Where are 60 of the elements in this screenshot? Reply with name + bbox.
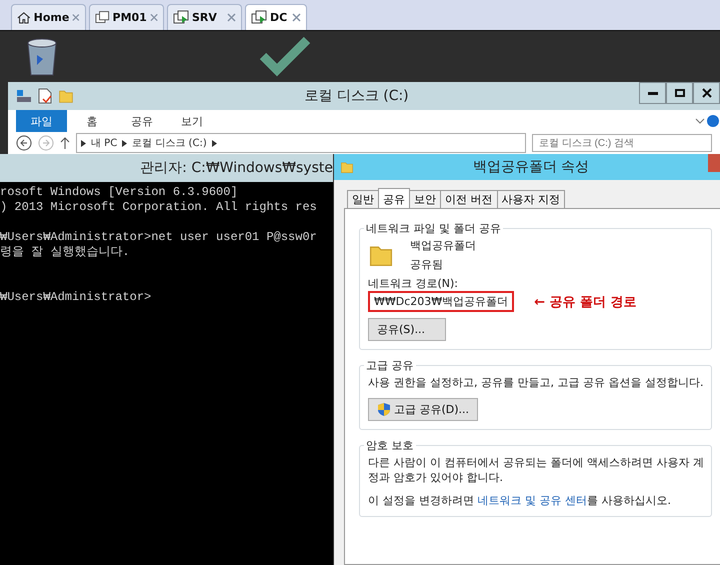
caret-right-icon <box>212 140 217 146</box>
share-status: 공유됨 <box>410 257 444 272</box>
browser-tab[interactable]: PM01 <box>89 4 164 30</box>
console-line: ₩Users₩Administrator> <box>0 290 152 305</box>
address-bar[interactable]: 내 PC 로컬 디스크 (C:) <box>76 133 526 153</box>
group-heading: 네트워크 파일 및 폴더 공유 <box>365 221 502 236</box>
minimize-icon <box>648 92 658 94</box>
folder-name: 백업공유폴더 <box>410 238 476 253</box>
back-icon[interactable] <box>16 135 32 151</box>
search-field[interactable]: 로컬 디스크 (C:) 검색 <box>532 134 712 152</box>
ribbon-tab[interactable]: 공유 <box>117 110 167 132</box>
dialog-tab[interactable]: 공유 <box>378 188 410 209</box>
close-icon <box>702 88 712 98</box>
description-text: 다른 사람이 이 컴퓨터에서 공유되는 폴더에 액세스하려면 사용자 계정과 암호가 있어야 합니다. <box>368 455 705 485</box>
drive-icon <box>16 89 32 103</box>
monitor-stack-icon <box>95 10 110 25</box>
console-line: ) 2013 Microsoft Corporation. All rights res <box>0 200 318 215</box>
share-button[interactable]: 공유(S)... <box>368 318 446 341</box>
browser-tab[interactable]: SRV <box>167 4 242 30</box>
ribbon-tab[interactable]: 보기 <box>167 110 217 132</box>
ribbon-tab[interactable]: 홈 <box>67 110 117 132</box>
close-icon[interactable] <box>292 13 301 22</box>
browser-tab[interactable]: DC <box>245 4 307 30</box>
window-title: 관리자: C:₩Windows₩syste <box>0 154 333 182</box>
group-heading: 고급 공유 <box>365 358 414 373</box>
annotation-text: ← 공유 폴더 경로 <box>534 294 637 310</box>
dialog-tab[interactable]: 사용자 지정 <box>496 190 565 209</box>
maximize-button[interactable] <box>666 82 693 104</box>
document-icon[interactable] <box>38 88 52 104</box>
house-icon <box>17 10 31 25</box>
browser-tab[interactable]: Home <box>11 4 86 30</box>
breadcrumb-item[interactable]: 내 PC <box>91 136 118 150</box>
monitor-play-icon <box>173 10 189 25</box>
network-path: ₩₩Dc203₩백업공유폴더 <box>368 291 514 312</box>
window-title: 로컬 디스크 (C:) <box>303 87 410 105</box>
network-center-link[interactable]: 네트워크 및 공유 센터 <box>478 494 587 507</box>
folder-icon <box>340 160 354 174</box>
group-heading: 암호 보호 <box>365 438 414 453</box>
minimize-button[interactable] <box>639 82 666 104</box>
folder-icon <box>58 88 74 104</box>
console-line: ₩Users₩Administrator>net user user01 P@ssw0r <box>0 230 318 245</box>
advanced-sharing-button[interactable]: 고급 공유(D)... <box>368 398 478 421</box>
monitor-play-icon <box>251 10 267 25</box>
maximize-icon <box>674 89 684 97</box>
up-arrow-icon[interactable] <box>60 136 70 150</box>
dialog-tab[interactable]: 일반 <box>347 190 379 209</box>
console-line: 령을 잘 실행했습니다. <box>0 245 131 260</box>
breadcrumb-item[interactable]: 로컬 디스크 (C:) <box>132 136 207 150</box>
ribbon-tab[interactable]: 파일 <box>16 110 67 132</box>
dialog-title: 백업공유폴더 속성 <box>472 158 590 176</box>
note-text: 이 설정을 변경하려면 네트워크 및 공유 센터를 사용하십시오. <box>368 493 672 508</box>
recycle-bin-icon <box>25 36 59 76</box>
path-label: 네트워크 경로(N): <box>368 276 460 291</box>
console-line: rosoft Windows [Version 6.3.9600] <box>0 185 239 200</box>
caret-right-icon <box>81 140 86 146</box>
caret-right-icon <box>122 140 128 146</box>
close-button[interactable] <box>693 82 720 104</box>
checkmark-icon <box>259 36 311 78</box>
description-text: 사용 권한을 설정하고, 공유를 만들고, 고급 공유 옵션을 설정합니다. <box>368 375 704 390</box>
shield-icon <box>377 402 391 417</box>
